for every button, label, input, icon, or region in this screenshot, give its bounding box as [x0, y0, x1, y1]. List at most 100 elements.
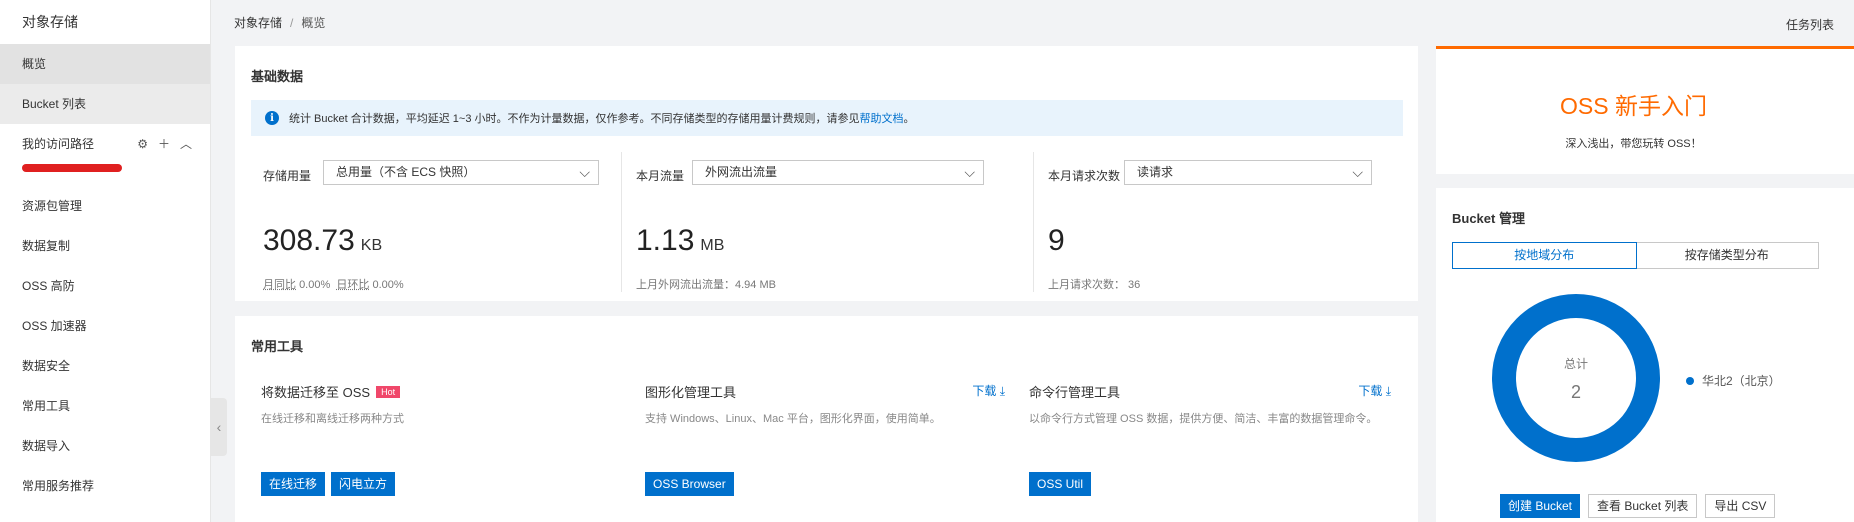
- donut-chart: 总计 2: [1490, 292, 1662, 464]
- bucket-buttons: 创建 Bucket 查看 Bucket 列表 导出 CSV: [1500, 494, 1776, 518]
- newbie-subtitle: 深入浅出，带您玩转 OSS！: [1565, 138, 1702, 150]
- mom-label: 月同比: [263, 279, 296, 291]
- mom-value: 0.00%: [299, 279, 331, 291]
- chart-legend[interactable]: 华北2（北京）: [1686, 372, 1781, 389]
- breadcrumb-root[interactable]: 对象存储: [234, 16, 282, 30]
- chevron-down-icon: ⌵: [1352, 164, 1363, 180]
- donut-slice[interactable]: [1492, 294, 1660, 462]
- select-value: 读请求: [1137, 165, 1174, 179]
- create-bucket-button[interactable]: 创建 Bucket: [1500, 494, 1581, 518]
- chevron-down-icon: ⌵: [579, 164, 590, 180]
- sidebar-title: 对象存储: [22, 14, 78, 30]
- distribution-tabs: 按地域分布 按存储类型分布: [1452, 242, 1819, 269]
- download-link[interactable]: 下载 ⤓: [1358, 382, 1391, 399]
- metric-number: 1.13: [636, 224, 695, 257]
- metric-value: 9: [1048, 224, 1065, 258]
- common-tools-title: 常用工具: [251, 339, 304, 354]
- export-csv-button[interactable]: 导出 CSV: [1705, 494, 1776, 518]
- dod-label: 日环比: [336, 279, 370, 291]
- bucket-management-panel: Bucket 管理 按地域分布 按存储类型分布 总计 2 华北2（北京） 创建 B…: [1436, 188, 1854, 522]
- donut-total-value: 2: [1571, 382, 1581, 402]
- legend-dot: [1686, 376, 1694, 385]
- bucket-management-title: Bucket 管理: [1452, 211, 1525, 226]
- info-icon: i: [265, 111, 279, 125]
- metric-sub: 上月外网流出流量：4.94 MB: [636, 279, 776, 291]
- select-value: 外网流出流量: [705, 165, 778, 179]
- donut-svg: 总计 2: [1492, 294, 1660, 462]
- sidebar-collapse-handle[interactable]: ‹: [211, 398, 227, 456]
- legend-label: 华北2（北京）: [1702, 374, 1781, 388]
- tool-name: 图形化管理工具: [645, 385, 737, 400]
- sidebar-item-overview[interactable]: 概览: [0, 44, 210, 84]
- tool-name-text: 将数据迁移至 OSS: [261, 385, 371, 400]
- view-bucket-list-button[interactable]: 查看 Bucket 列表: [1588, 494, 1698, 518]
- sidebar-item-bucket-list[interactable]: Bucket 列表: [0, 84, 210, 124]
- metric-sub: 上月请求次数： 36: [1048, 279, 1141, 291]
- access-path-header: 我的访问路径 ⚙ ＋ ︿: [0, 124, 210, 164]
- tab-by-region[interactable]: 按地域分布: [1452, 242, 1637, 269]
- oss-browser-button[interactable]: OSS Browser: [645, 472, 734, 496]
- storage-select[interactable]: 总用量（不含 ECS 快照） ⌵: [323, 160, 599, 185]
- info-notice: i 统计 Bucket 合计数据，平均延迟 1~3 小时。不作为计量数据，仅作参…: [251, 100, 1403, 136]
- basic-data-panel: 基础数据 i 统计 Bucket 合计数据，平均延迟 1~3 小时。不作为计量数…: [235, 46, 1418, 301]
- sidebar-item-oss-accelerator[interactable]: OSS 加速器: [0, 306, 210, 346]
- sidebar-item-resource-pack[interactable]: 资源包管理: [0, 186, 210, 226]
- metric-value: 1.13 MB: [636, 224, 724, 258]
- tool-desc: 支持 Windows、Linux、Mac 平台，图形化界面，使用简单。: [645, 413, 941, 425]
- sidebar-item-oss-ddos[interactable]: OSS 高防: [0, 266, 210, 306]
- newbie-title: OSS 新手入门: [1560, 93, 1707, 119]
- sidebar-item-data-security[interactable]: 数据安全: [0, 346, 210, 386]
- metric-storage: 存储用量 总用量（不含 ECS 快照） ⌵ 308.73 KB 月同比 0.00%…: [251, 152, 601, 292]
- sidebar-item-data-replication[interactable]: 数据复制: [0, 226, 210, 266]
- common-tools-panel: 常用工具 将数据迁移至 OSS Hot 在线迁移和离线迁移两种方式 图形化管理工具…: [235, 316, 1418, 522]
- gear-icon[interactable]: ⚙: [137, 124, 148, 164]
- traffic-select[interactable]: 外网流出流量 ⌵: [692, 160, 984, 185]
- download-icon: ⤓: [999, 384, 1005, 398]
- hot-badge: Hot: [376, 386, 401, 398]
- metric-number: 9: [1048, 224, 1065, 257]
- tool-browser: 图形化管理工具 下载 ⤓ 支持 Windows、Linux、Mac 平台，图形化…: [645, 382, 1005, 427]
- metric-label: 存储用量: [263, 169, 312, 183]
- download-label: 下载: [1358, 384, 1383, 398]
- oss-util-button[interactable]: OSS Util: [1029, 472, 1092, 496]
- newbie-card[interactable]: OSS 新手入门 深入浅出，带您玩转 OSS！: [1436, 46, 1854, 174]
- task-list-link[interactable]: 任务列表: [1786, 16, 1834, 33]
- notice-end: 。: [903, 113, 915, 125]
- redacted-path-bar: [22, 164, 122, 172]
- help-doc-link[interactable]: 帮助文档: [860, 110, 904, 126]
- download-icon: ⤓: [1385, 384, 1391, 398]
- metric-unit: KB: [360, 237, 383, 254]
- metric-label: 本月流量: [636, 169, 685, 183]
- metric-unit: MB: [700, 237, 725, 254]
- metric-label: 本月请求次数: [1048, 169, 1121, 183]
- tool-migration: 将数据迁移至 OSS Hot 在线迁移和离线迁移两种方式: [261, 382, 631, 427]
- online-migration-button[interactable]: 在线迁移: [261, 472, 326, 496]
- download-label: 下载: [972, 384, 997, 398]
- chevron-up-icon[interactable]: ︿: [180, 124, 192, 164]
- metric-traffic: 本月流量 外网流出流量 ⌵ 1.13 MB 上月外网流出流量：4.94 MB: [621, 152, 984, 292]
- sidebar-item-data-import[interactable]: 数据导入: [0, 426, 210, 466]
- breadcrumb: 对象存储 / 概览: [234, 14, 325, 31]
- access-path-label: 我的访问路径: [22, 137, 95, 151]
- breadcrumb-separator: /: [290, 16, 294, 30]
- metric-value: 308.73 KB: [263, 224, 382, 258]
- sidebar-item-service-recommend[interactable]: 常用服务推荐: [0, 466, 210, 506]
- download-link[interactable]: 下载 ⤓: [972, 382, 1005, 399]
- dod-value: 0.00%: [372, 279, 404, 291]
- select-value: 总用量（不含 ECS 快照）: [336, 165, 476, 179]
- metric-number: 308.73: [263, 224, 355, 257]
- lightning-cube-button[interactable]: 闪电立方: [331, 472, 396, 496]
- requests-select[interactable]: 读请求 ⌵: [1124, 160, 1372, 185]
- tool-name: 命令行管理工具: [1029, 385, 1121, 400]
- tool-desc: 以命令行方式管理 OSS 数据，提供方便、简洁、丰富的数据管理命令。: [1029, 413, 1378, 425]
- tool-desc: 在线迁移和离线迁移两种方式: [261, 413, 404, 425]
- sidebar-item-common-tools[interactable]: 常用工具: [0, 386, 210, 426]
- basic-data-title: 基础数据: [251, 69, 304, 84]
- tab-by-storage-type[interactable]: 按存储类型分布: [1636, 243, 1819, 268]
- util-buttons: OSS Util: [1029, 472, 1092, 496]
- topbar: 对象存储 / 概览 任务列表: [212, 0, 1854, 44]
- tool-util: 命令行管理工具 下载 ⤓ 以命令行方式管理 OSS 数据，提供方便、简洁、丰富的…: [1029, 382, 1391, 427]
- plus-icon[interactable]: ＋: [158, 124, 170, 164]
- browser-buttons: OSS Browser: [645, 472, 734, 496]
- chevron-left-icon: ‹: [216, 419, 222, 435]
